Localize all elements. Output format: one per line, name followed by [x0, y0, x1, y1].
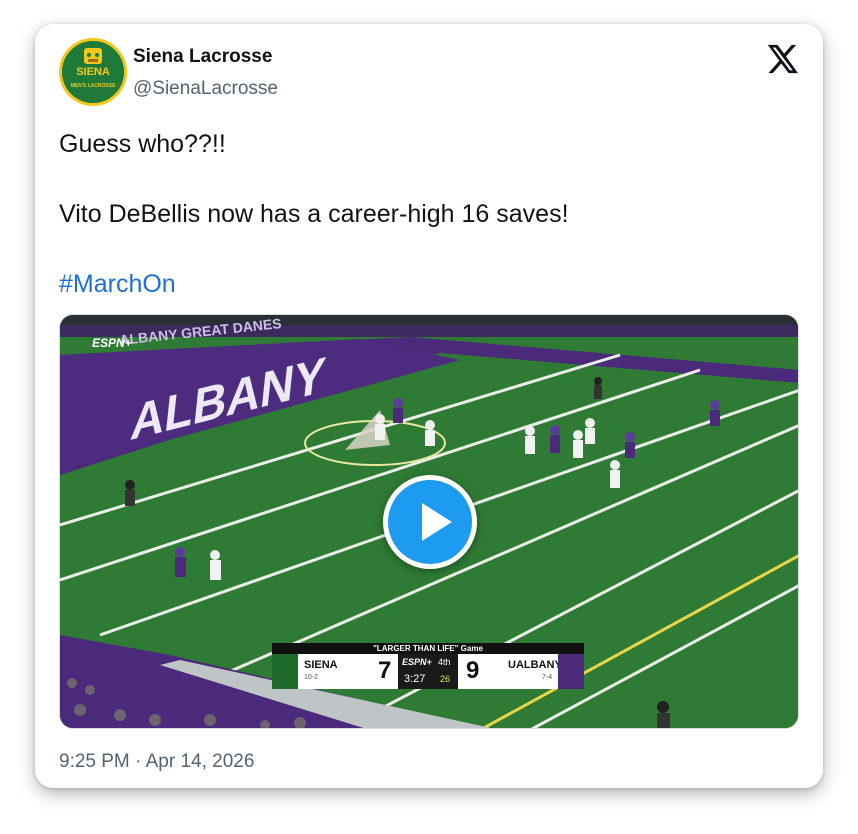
away-team-record: 7-4	[542, 674, 553, 681]
game-clock: 3:27	[404, 673, 426, 685]
scorebug-header: "LARGER THAN LIFE" Game	[272, 643, 584, 654]
scorebug: "LARGER THAN LIFE" Game SIENA 10-2 7 ESP…	[272, 643, 584, 689]
away-team-name: UALBANY	[508, 659, 562, 671]
shot-clock: 26	[440, 674, 451, 684]
home-team-name: SIENA	[304, 659, 338, 671]
tweet-timestamp[interactable]: 9:25 PM · Apr 14, 2026	[59, 751, 254, 773]
scorebug-network: ESPN+	[402, 657, 432, 667]
tweet-text: Guess who??!! Vito DeBellis now has a ca…	[59, 127, 799, 337]
play-button[interactable]	[383, 475, 477, 569]
network-watermark: ESPN+	[92, 336, 132, 350]
home-team-record: 10-2	[304, 674, 319, 681]
user-handle[interactable]: @SienaLacrosse	[133, 78, 278, 100]
tweet-card[interactable]: SIENA MEN'S LACROSSE Siena Lacrosse @Sie…	[35, 24, 823, 788]
play-icon	[422, 503, 452, 541]
ualbany-logo	[558, 654, 584, 689]
avatar-text-top: SIENA	[76, 66, 110, 78]
tweet-line-2: Vito DeBellis now has a career-high 16 s…	[59, 200, 569, 228]
avatar-text-bottom: MEN'S LACROSSE	[71, 83, 116, 89]
hashtag-link[interactable]: #MarchOn	[59, 270, 176, 298]
period: 4th	[438, 657, 451, 667]
home-score: 7	[378, 657, 392, 684]
x-logo-icon[interactable]	[765, 42, 799, 76]
display-name[interactable]: Siena Lacrosse	[133, 46, 272, 68]
avatar[interactable]: SIENA MEN'S LACROSSE	[59, 38, 127, 106]
game-clock-panel: ESPN+ 4th 3:27 26	[398, 654, 458, 689]
siena-logo	[272, 654, 298, 689]
tweet-header: SIENA MEN'S LACROSSE Siena Lacrosse @Sie…	[59, 38, 799, 108]
away-score: 9	[466, 657, 480, 684]
video-player[interactable]: ALBANY ALBANY GREAT DANES ESPN+ "LARGER …	[59, 314, 799, 729]
tweet-line-1: Guess who??!!	[59, 130, 226, 158]
